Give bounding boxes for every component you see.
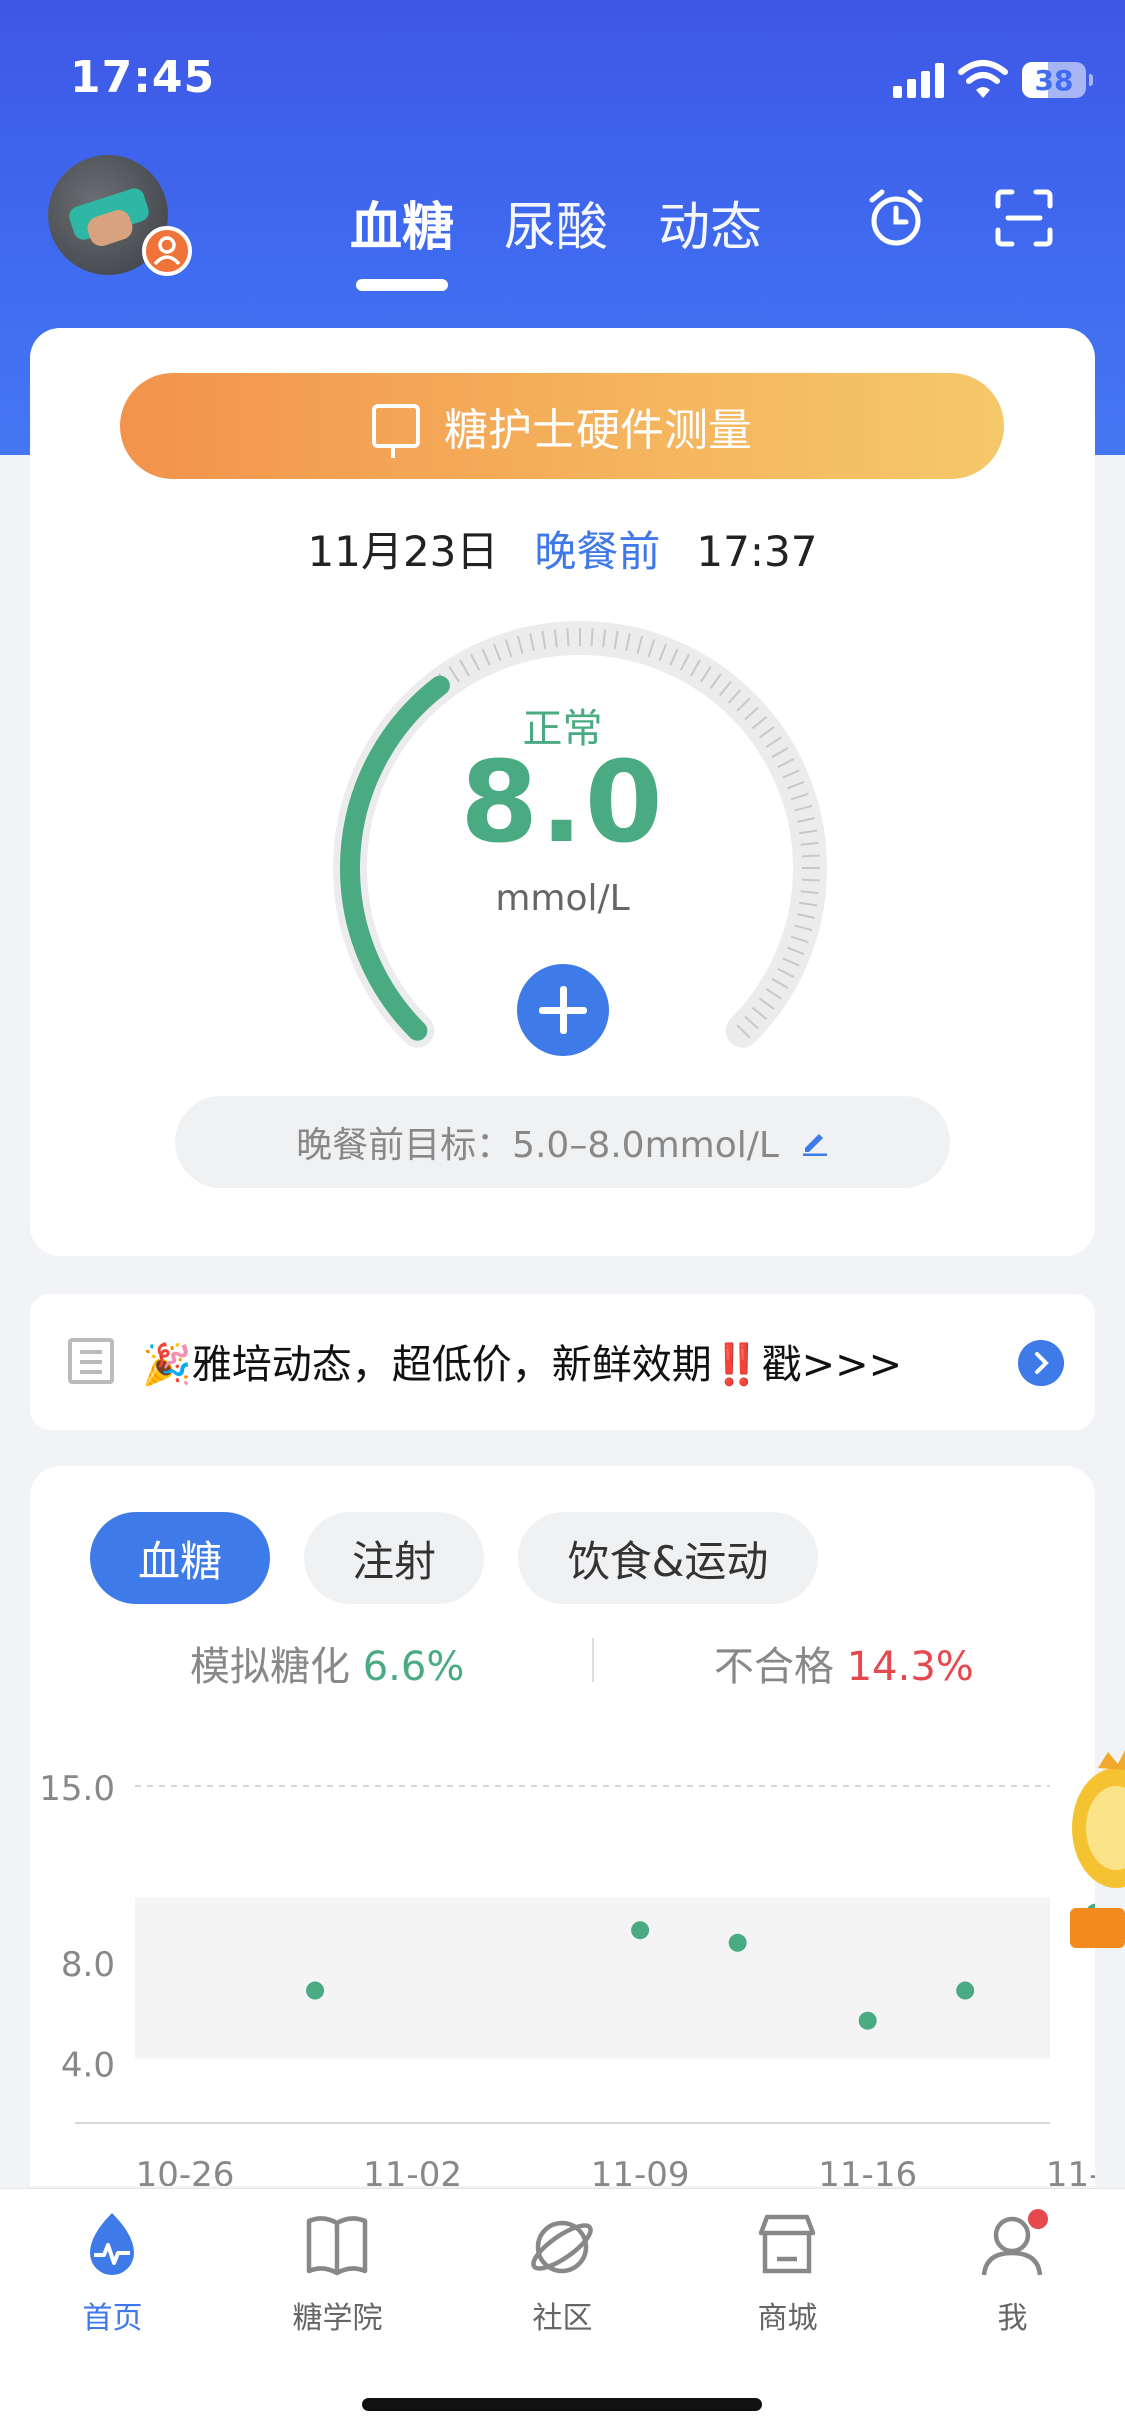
glucose-point[interactable] [956, 1981, 975, 2000]
glucose-card: 糖护士硬件测量 11月23日 晚餐前 17:37 正常 8.0 mmol/L 晚餐前… [30, 328, 1095, 1256]
tab-home-label: 首页 [82, 2301, 143, 2336]
y-tick-label: 8.0 [61, 1945, 115, 1985]
y-tick-label: 4.0 [61, 2045, 115, 2085]
tab-store-label: 商城 [757, 2301, 818, 2336]
fail-rate-value: 14.3% [846, 1644, 974, 1690]
glucose-point[interactable] [306, 1981, 325, 2000]
tab-home[interactable]: 首页 [0, 2189, 225, 2369]
trend-tab-injection[interactable]: 注射 [304, 1512, 484, 1604]
battery-icon: 38 [1022, 62, 1093, 98]
battery-level: 38 [1034, 64, 1074, 97]
glucose-unit: mmol/L [495, 878, 630, 919]
target-range[interactable]: 晚餐前目标：5.0–8.0mmol/L [175, 1096, 950, 1188]
trend-tab-glucose[interactable]: 血糖 [90, 1512, 270, 1604]
tab-uric-acid[interactable]: 尿酸 [504, 185, 608, 258]
hba1c-value: 6.6% [362, 1644, 465, 1690]
home-indicator [362, 2398, 762, 2411]
user-icon [981, 2209, 1048, 2276]
y-tick-label: 15.0 [39, 1769, 115, 1809]
signal-icon [893, 62, 945, 98]
glucose-point[interactable] [858, 2011, 877, 2030]
tab-academy-label: 糖学院 [292, 2301, 383, 2336]
wifi-icon [958, 60, 1008, 98]
tab-me[interactable]: 我 [900, 2189, 1125, 2369]
hba1c-stat: 模拟糖化 6.6% [190, 1634, 464, 1692]
hardware-measure-button[interactable]: 糖护士硬件测量 [120, 373, 1004, 479]
trend-tab-diet-exercise[interactable]: 饮食&运动 [518, 1512, 818, 1604]
reading-time: 17:37 [696, 527, 818, 576]
add-record-button[interactable] [517, 964, 609, 1056]
promo-banner-text: 🎉雅培动态，超低价，新鲜效期‼️戳>>> [142, 1342, 903, 1388]
book-icon [306, 2216, 368, 2276]
store-icon [758, 2214, 816, 2274]
promo-banner[interactable]: 🎉雅培动态，超低价，新鲜效期‼️戳>>> [30, 1294, 1095, 1430]
x-tick-label: 11-02 [363, 2155, 462, 2186]
status-bar: 17:45 38 [0, 0, 1125, 160]
reading-date: 11月23日 [307, 527, 499, 576]
header-tabs: 血糖 尿酸 动态 [350, 185, 762, 291]
chevron-right-icon[interactable] [1018, 1340, 1064, 1386]
tab-community-label: 社区 [532, 2301, 593, 2336]
family-user-badge-icon [142, 226, 192, 276]
tab-academy[interactable]: 糖学院 [225, 2189, 450, 2369]
x-tick-label: 10-26 [136, 2155, 235, 2186]
reading-meal[interactable]: 晚餐前 [534, 527, 660, 576]
hba1c-label: 模拟糖化 [190, 1644, 350, 1690]
home-pulse-icon [90, 2213, 134, 2275]
glucose-gauge [333, 621, 827, 1048]
edit-icon[interactable] [801, 1128, 829, 1156]
tab-me-label: 我 [997, 2301, 1028, 2336]
trend-card: 血糖 注射 饮食&运动 模拟糖化 6.6% 不合格 14.3% 15.0 8.0 4… [30, 1466, 1095, 2186]
hardware-measure-label: 糖护士硬件测量 [444, 405, 752, 456]
tab-store[interactable]: 商城 [675, 2189, 900, 2369]
target-range-text: 晚餐前目标：5.0–8.0mmol/L [296, 1125, 779, 1166]
x-tick-label: 11-16 [818, 2155, 917, 2186]
glucose-point[interactable] [728, 1933, 747, 1952]
glucose-value: 8.0 [460, 738, 665, 868]
reading-datetime: 11月23日 晚餐前 17:37 [30, 518, 1095, 579]
fail-rate-label: 不合格 [714, 1644, 834, 1690]
stat-divider [592, 1638, 594, 1682]
x-tick-label: 11-09 [591, 2155, 690, 2186]
x-tick-label: 11-23 [1046, 2155, 1095, 2186]
status-time: 17:45 [70, 52, 216, 103]
tab-community[interactable]: 社区 [450, 2189, 675, 2369]
planet-icon [531, 2220, 593, 2274]
tab-glucose[interactable]: 血糖 [350, 185, 454, 291]
scan-icon[interactable] [992, 186, 1056, 250]
target-band [135, 1897, 1050, 2059]
meter-device-icon [372, 404, 420, 458]
news-icon [68, 1338, 114, 1384]
alarm-clock-icon[interactable] [864, 186, 928, 250]
fail-rate-stat: 不合格 14.3% [714, 1634, 974, 1692]
tab-feed[interactable]: 动态 [658, 185, 762, 258]
glucose-point[interactable] [631, 1921, 650, 1940]
challenge-float-icon[interactable] [1068, 1740, 1125, 1960]
glucose-trend-chart: 15.0 8.0 4.0 10-26 11-02 11-09 11-16 11-23 [39, 1769, 1095, 2186]
